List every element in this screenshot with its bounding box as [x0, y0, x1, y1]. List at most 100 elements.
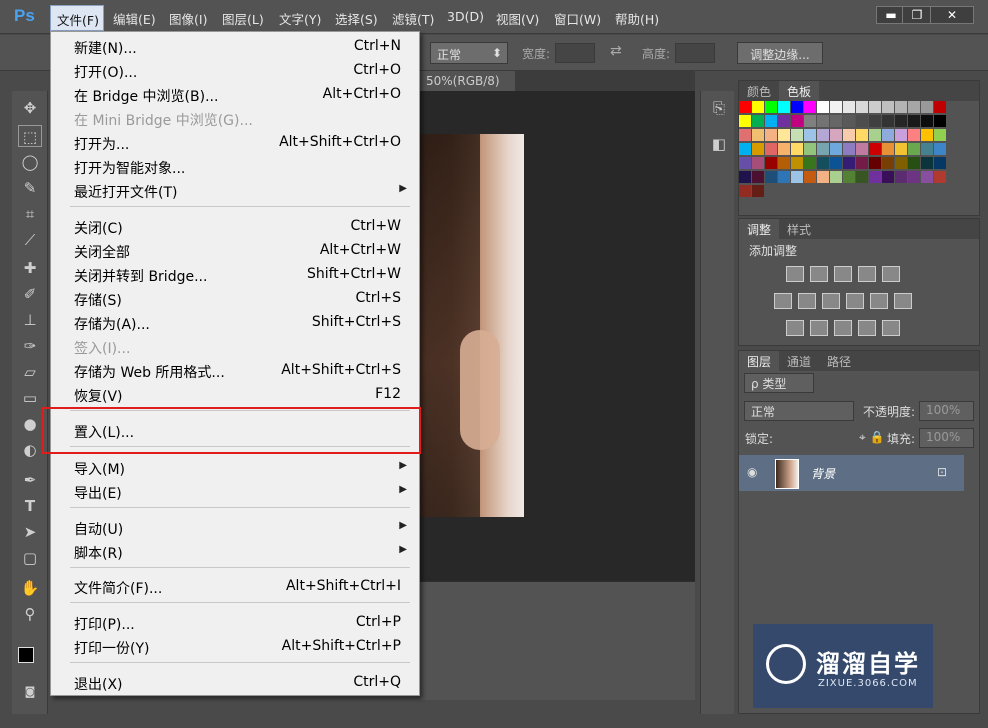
- color-swatch[interactable]: [804, 157, 816, 169]
- color-swatch[interactable]: [752, 115, 764, 127]
- color-swatch[interactable]: [856, 157, 868, 169]
- restore-button[interactable]: ❐: [902, 6, 932, 24]
- color-swatch[interactable]: [765, 129, 777, 141]
- color-swatch[interactable]: [791, 143, 803, 155]
- color-swatch[interactable]: [856, 129, 868, 141]
- healing-tool-icon[interactable]: ✚: [18, 257, 42, 279]
- color-swatch[interactable]: [752, 143, 764, 155]
- document-tab[interactable]: 50%(RGB/8) ×: [420, 71, 515, 102]
- fill-input[interactable]: 100%: [919, 428, 974, 448]
- zoom-tool-icon[interactable]: ⚲: [18, 603, 42, 625]
- color-swatch[interactable]: [765, 171, 777, 183]
- history-brush-icon[interactable]: ✑: [18, 335, 42, 357]
- color-swatch[interactable]: [882, 129, 894, 141]
- color-swatch[interactable]: [830, 115, 842, 127]
- color-swatch[interactable]: [869, 129, 881, 141]
- color-swatch[interactable]: [830, 157, 842, 169]
- color-swatch[interactable]: [817, 129, 829, 141]
- color-swatch[interactable]: [934, 171, 946, 183]
- color-swatch[interactable]: [752, 185, 764, 197]
- color-swatch[interactable]: [804, 115, 816, 127]
- color-swatch[interactable]: [882, 171, 894, 183]
- posterize-icon[interactable]: [810, 320, 828, 336]
- dodge-tool-icon[interactable]: ◐: [18, 439, 42, 461]
- color-swatch[interactable]: [791, 129, 803, 141]
- color-swatch[interactable]: [765, 115, 777, 127]
- channel-mixer-icon[interactable]: [870, 293, 888, 309]
- refine-edge-button[interactable]: 调整边缘...: [737, 42, 823, 64]
- color-swatch[interactable]: [817, 101, 829, 113]
- color-swatch[interactable]: [869, 171, 881, 183]
- marquee-tool-icon[interactable]: ⬚: [18, 125, 42, 147]
- blur-tool-icon[interactable]: ●: [18, 413, 42, 435]
- color-swatch[interactable]: [895, 157, 907, 169]
- width-input[interactable]: [555, 43, 595, 63]
- menu-3d[interactable]: 3D(D): [447, 9, 484, 24]
- opacity-input[interactable]: 100%: [919, 401, 974, 421]
- menu-image[interactable]: 图像(I): [169, 9, 207, 28]
- layer-row[interactable]: ◉ 背景 ⊡: [739, 455, 964, 491]
- color-swatch[interactable]: [778, 143, 790, 155]
- menu-select[interactable]: 选择(S): [335, 9, 378, 28]
- menu-item-revert[interactable]: 恢复(V) F12: [74, 384, 401, 406]
- color-swatch[interactable]: [804, 143, 816, 155]
- color-swatch[interactable]: [908, 101, 920, 113]
- selective-color-icon[interactable]: [858, 320, 876, 336]
- brightness-icon[interactable]: [786, 266, 804, 282]
- color-swatch[interactable]: [778, 157, 790, 169]
- color-swatch[interactable]: [856, 143, 868, 155]
- color-lookup-icon[interactable]: [894, 293, 912, 309]
- menu-item-close-go-bridge[interactable]: 关闭并转到 Bridge... Shift+Ctrl+W: [74, 264, 401, 286]
- color-swatch[interactable]: [908, 129, 920, 141]
- color-swatch[interactable]: [869, 115, 881, 127]
- menu-item-print[interactable]: 打印(P)... Ctrl+P: [74, 612, 401, 634]
- color-swatch[interactable]: [752, 157, 764, 169]
- lock-position-icon[interactable]: ⌖ 🔒: [859, 430, 885, 445]
- eraser-tool-icon[interactable]: ▱: [18, 361, 42, 383]
- color-swatch[interactable]: [791, 115, 803, 127]
- color-swatch[interactable]: [739, 185, 751, 197]
- blend-mode-select[interactable]: 正常: [744, 401, 854, 421]
- black-white-icon[interactable]: [822, 293, 840, 309]
- color-swatch[interactable]: [830, 129, 842, 141]
- color-swatch[interactable]: [765, 143, 777, 155]
- curves-icon[interactable]: [834, 266, 852, 282]
- color-swatch[interactable]: [856, 115, 868, 127]
- menu-help[interactable]: 帮助(H): [615, 9, 659, 28]
- photo-filter-icon[interactable]: [846, 293, 864, 309]
- height-input[interactable]: [675, 43, 715, 63]
- color-swatch[interactable]: [765, 101, 777, 113]
- hand-tool-icon[interactable]: ✋: [18, 577, 42, 599]
- color-swatch[interactable]: [752, 129, 764, 141]
- color-swatch[interactable]: [882, 143, 894, 155]
- color-swatch[interactable]: [895, 143, 907, 155]
- menu-item-file-info[interactable]: 文件简介(F)... Alt+Shift+Ctrl+I: [74, 576, 401, 598]
- layer-filter-select[interactable]: ρ 类型: [744, 373, 814, 393]
- color-swatch[interactable]: [817, 115, 829, 127]
- color-swatch[interactable]: [908, 171, 920, 183]
- color-swatch[interactable]: [869, 157, 881, 169]
- style-select[interactable]: 正常 ⬍: [430, 42, 508, 64]
- menu-view[interactable]: 视图(V): [496, 9, 539, 28]
- color-swatch[interactable]: [843, 101, 855, 113]
- menu-item-save-for-web[interactable]: 存储为 Web 所用格式... Alt+Shift+Ctrl+S: [74, 360, 401, 382]
- color-swatch[interactable]: [934, 143, 946, 155]
- menu-item-save[interactable]: 存储(S) Ctrl+S: [74, 288, 401, 310]
- color-swatch[interactable]: [869, 101, 881, 113]
- menu-type[interactable]: 文字(Y): [279, 9, 321, 28]
- pen-tool-icon[interactable]: ✒: [18, 469, 42, 491]
- tab-layers[interactable]: 图层: [739, 351, 780, 371]
- menu-item-open-smart-object[interactable]: 打开为智能对象...: [74, 156, 401, 178]
- color-swatch[interactable]: [791, 157, 803, 169]
- color-swatch[interactable]: [804, 101, 816, 113]
- color-swatch[interactable]: [778, 101, 790, 113]
- color-balance-icon[interactable]: [798, 293, 816, 309]
- color-swatch[interactable]: [921, 143, 933, 155]
- quick-select-tool-icon[interactable]: ✎: [18, 177, 42, 199]
- menu-item-import[interactable]: 导入(M) ▶: [74, 457, 407, 479]
- color-swatch[interactable]: [934, 115, 946, 127]
- menu-item-print-one-copy[interactable]: 打印一份(Y) Alt+Shift+Ctrl+P: [74, 636, 401, 658]
- gradient-map-icon[interactable]: [882, 320, 900, 336]
- color-swatch[interactable]: [765, 157, 777, 169]
- tab-swatches[interactable]: 色板: [779, 81, 820, 101]
